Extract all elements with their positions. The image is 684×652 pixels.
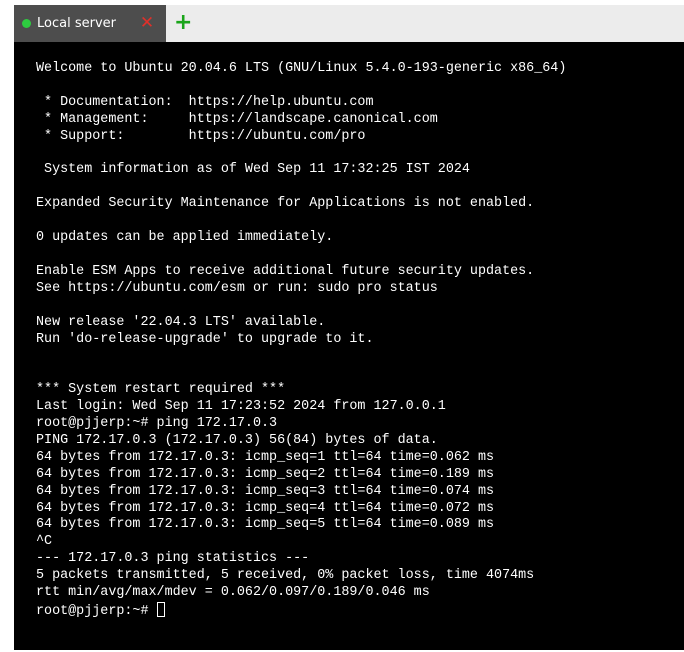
terminal-window: Local server ✕ + Welcome to Ubuntu 20.04… (14, 5, 684, 650)
close-tab-icon[interactable]: ✕ (138, 14, 156, 32)
add-tab-icon[interactable]: + (174, 12, 192, 34)
terminal-line: PING 172.17.0.3 (172.17.0.3) 56(84) byte… (36, 432, 438, 448)
status-dot-icon (22, 19, 31, 28)
terminal-line: New release '22.04.3 LTS' available. (36, 314, 326, 330)
text-cursor (156, 602, 165, 617)
prompt-line[interactable]: root@pjjerp:~# (36, 602, 676, 619)
tab-local-server[interactable]: Local server ✕ (14, 5, 166, 42)
terminal-line: 64 bytes from 172.17.0.3: icmp_seq=2 ttl… (36, 466, 495, 482)
terminal-line: Welcome to Ubuntu 20.04.6 LTS (GNU/Linux… (36, 61, 567, 76)
tab-bar: Local server ✕ + (14, 5, 684, 42)
terminal-line: Enable ESM Apps to receive additional fu… (36, 263, 535, 279)
terminal-line: rtt min/avg/max/mdev = 0.062/0.097/0.189… (36, 585, 430, 601)
terminal-line: Expanded Security Maintenance for Applic… (36, 196, 535, 212)
terminal-line: 64 bytes from 172.17.0.3: icmp_seq=3 ttl… (36, 483, 495, 499)
terminal-line: 64 bytes from 172.17.0.3: icmp_seq=5 ttl… (36, 517, 495, 533)
terminal-line: 0 updates can be applied immediately. (36, 230, 334, 246)
terminal-line: * Support: https://ubuntu.com/pro (36, 128, 366, 144)
terminal-line: * Management: https://landscape.canonica… (36, 111, 438, 127)
terminal-line: 64 bytes from 172.17.0.3: icmp_seq=4 ttl… (36, 500, 495, 516)
terminal-line: Run 'do-release-upgrade' to upgrade to i… (36, 331, 374, 347)
terminal-output[interactable]: Welcome to Ubuntu 20.04.6 LTS (GNU/Linux… (36, 61, 676, 619)
terminal-line: Last login: Wed Sep 11 17:23:52 2024 fro… (36, 399, 446, 415)
terminal-line: --- 172.17.0.3 ping statistics --- (36, 551, 310, 567)
terminal-line: root@pjjerp:~# ping 172.17.0.3 (36, 416, 278, 432)
terminal-line: System information as of Wed Sep 11 17:3… (36, 162, 470, 178)
terminal-line: ^C (36, 534, 53, 550)
shell-prompt: root@pjjerp:~# (36, 604, 157, 619)
terminal-line: See https://ubuntu.com/esm or run: sudo … (36, 280, 438, 296)
terminal-line: 64 bytes from 172.17.0.3: icmp_seq=1 ttl… (36, 449, 495, 465)
terminal-line: * Documentation: https://help.ubuntu.com (36, 94, 374, 110)
tab-label: Local server (37, 16, 116, 31)
terminal-line: *** System restart required *** (36, 382, 286, 398)
terminal-line: 5 packets transmitted, 5 received, 0% pa… (36, 568, 535, 584)
